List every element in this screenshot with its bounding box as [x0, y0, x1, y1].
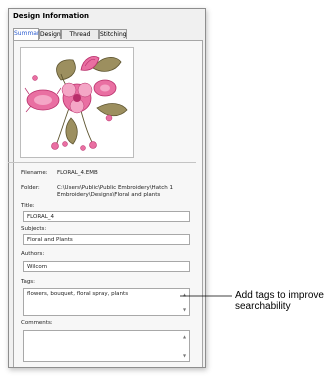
callout-annotation: Add tags to improve searchability	[235, 290, 335, 312]
callout-line1: Add tags to improve	[235, 290, 324, 301]
callout-line2: searchability	[235, 301, 291, 312]
callout-leader-line	[180, 295, 232, 297]
